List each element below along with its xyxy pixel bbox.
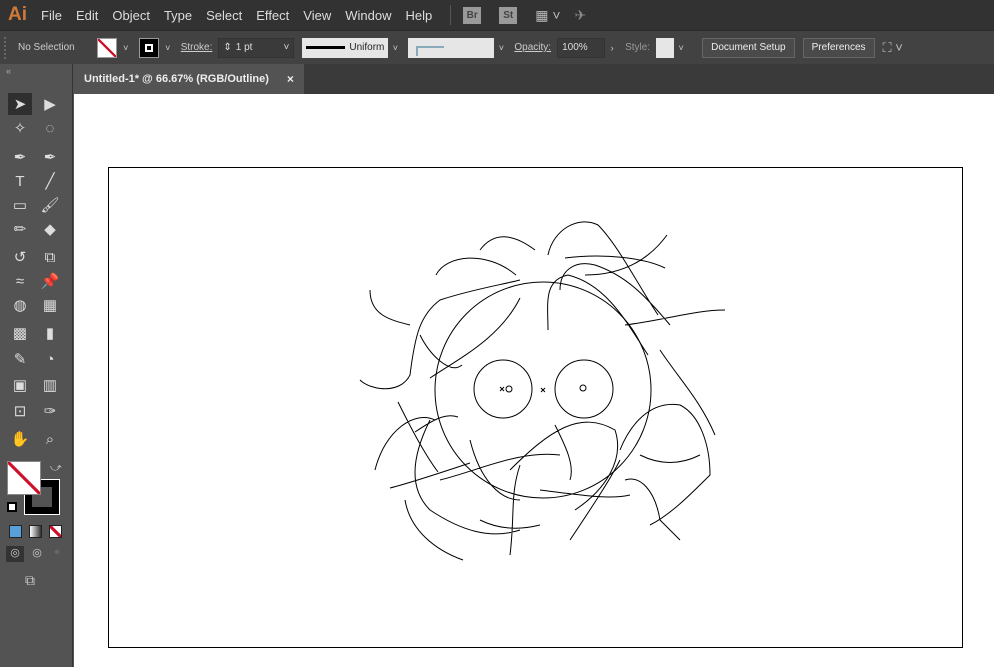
chevron-down-icon[interactable]: ˅ <box>674 39 688 57</box>
column-graph-tool-icon[interactable]: ▥ <box>38 374 62 396</box>
selection-status: No Selection <box>18 42 75 53</box>
document-tabs: Untitled-1* @ 66.67% (RGB/Outline) × <box>74 64 994 94</box>
mesh-tool-icon[interactable]: ▩ <box>8 322 32 344</box>
eraser-tool-icon[interactable]: ◆ <box>38 218 62 240</box>
blend-tool-icon[interactable]: ◔ <box>38 348 62 370</box>
collapse-icon[interactable]: « <box>6 66 11 76</box>
tools-panel: « ➤ ▶ ✧ ◌ ✒ ✒ T ╱ ▭ 🖌 ✏ ◆ ↺ ⧉ ≈ 📌 ◍ ▦ ▩ ▮ ✎ ◔ ▣ ▥ ⊡ ✑ ✋ ⌕ ⤻ ◎ ◎ ● ⧉ <box>0 64 73 667</box>
app-logo: Ai <box>8 4 27 25</box>
zoom-tool-icon[interactable]: ⌕ <box>38 428 62 450</box>
scale-tool-icon[interactable]: ⧉ <box>38 246 62 268</box>
gradient-tool-icon[interactable]: ▮ <box>38 322 62 344</box>
tab-untitled-1[interactable]: Untitled-1* @ 66.67% (RGB/Outline) × <box>74 64 304 94</box>
stroke-weight-value: 1 pt <box>235 42 253 53</box>
right-eye <box>554 359 614 419</box>
gradient-mode-button[interactable] <box>29 525 42 538</box>
grip <box>4 36 10 59</box>
magic-wand-tool-icon[interactable]: ✧ <box>8 117 32 139</box>
warp-tool-icon[interactable]: ≈ <box>8 270 32 292</box>
bridge-button[interactable]: Br <box>463 6 482 24</box>
menu-type[interactable]: Type <box>164 8 192 23</box>
opacity-input[interactable]: 100% <box>557 37 606 58</box>
stepper-icon[interactable]: ⇕ <box>223 42 231 53</box>
symbol-sprayer-tool-icon[interactable]: ▣ <box>8 374 32 396</box>
puppet-warp-tool-icon[interactable]: 📌 <box>38 270 62 292</box>
graphic-style-swatch[interactable] <box>656 37 675 58</box>
chevron-down-icon[interactable]: ˅ <box>119 39 133 57</box>
fill-color-box[interactable] <box>7 461 41 495</box>
arrange-documents-icon[interactable]: ⛶ ˅ <box>883 40 903 56</box>
shape-builder-tool-icon[interactable]: ◍ <box>8 294 32 316</box>
preferences-button[interactable]: Preferences <box>802 37 875 58</box>
fill-swatch[interactable] <box>96 37 117 58</box>
none-mode-button[interactable] <box>49 525 62 538</box>
menu-file[interactable]: File <box>41 8 62 23</box>
eyedropper-tool-icon[interactable]: ✎ <box>8 348 32 370</box>
close-icon[interactable]: × <box>287 72 294 86</box>
canvas[interactable] <box>74 94 994 667</box>
curvature-tool-icon[interactable]: ✒ <box>38 146 62 168</box>
left-pupil <box>505 385 513 393</box>
screen-mode-icon[interactable]: ⧉ <box>25 572 35 589</box>
tab-title: Untitled-1* @ 66.67% (RGB/Outline) <box>84 73 269 85</box>
menu-object[interactable]: Object <box>112 8 150 23</box>
stroke-label[interactable]: Stroke: <box>181 42 213 53</box>
selection-tool-icon[interactable]: ➤ <box>8 93 32 115</box>
menu-view[interactable]: View <box>303 8 331 23</box>
line-segment-tool-icon[interactable]: ╱ <box>38 170 62 192</box>
hand-tool-icon[interactable]: ✋ <box>8 428 32 450</box>
drawing <box>359 221 726 561</box>
lasso-tool-icon[interactable]: ◌ <box>38 117 62 139</box>
profile-value: Uniform <box>349 42 385 53</box>
style-label: Style: <box>625 42 651 53</box>
chevron-right-icon[interactable]: › <box>605 39 619 57</box>
swap-fill-stroke-icon[interactable]: ⤻ <box>50 462 62 475</box>
artboard-tool-icon[interactable]: ⊡ <box>8 400 32 422</box>
default-colors-icon[interactable] <box>7 502 17 512</box>
paintbrush-tool-icon[interactable]: 🖌 <box>38 194 62 216</box>
opacity-label[interactable]: Opacity: <box>514 42 551 53</box>
control-bar: No Selection ˅ ˅ Stroke: ⇕ 1 pt ˅ Uniform … <box>0 30 994 64</box>
right-pupil <box>579 384 587 392</box>
draw-inside-icon[interactable]: ● <box>48 546 66 562</box>
gpu-performance-icon[interactable]: ✈ <box>575 7 587 24</box>
pencil-tool-icon[interactable]: ✏ <box>8 218 32 240</box>
menu-effect[interactable]: Effect <box>256 8 289 23</box>
chevron-down-icon[interactable]: ˅ <box>494 39 508 57</box>
perspective-grid-tool-icon[interactable]: ▦ <box>38 294 62 316</box>
draw-normal-icon[interactable]: ◎ <box>6 546 24 562</box>
color-mode-button[interactable] <box>9 525 22 538</box>
brush-definition[interactable] <box>408 37 495 58</box>
rotate-tool-icon[interactable]: ↺ <box>8 246 32 268</box>
document-setup-button[interactable]: Document Setup <box>702 37 795 58</box>
slice-tool-icon[interactable]: ✑ <box>38 400 62 422</box>
menu-help[interactable]: Help <box>405 8 432 23</box>
menu-select[interactable]: Select <box>206 8 242 23</box>
chevron-down-icon[interactable]: ˅ <box>388 39 402 57</box>
type-tool-icon[interactable]: T <box>8 170 32 192</box>
stroke-weight-input[interactable]: ⇕ 1 pt ˅ <box>218 37 295 58</box>
chevron-down-icon[interactable]: ˅ <box>284 42 290 53</box>
menu-edit[interactable]: Edit <box>76 8 98 23</box>
stroke-swatch[interactable] <box>138 37 159 58</box>
rectangle-tool-icon[interactable]: ▭ <box>8 194 32 216</box>
left-eye <box>473 359 533 419</box>
chevron-down-icon[interactable]: ˅ <box>161 39 175 57</box>
draw-behind-icon[interactable]: ◎ <box>28 546 46 562</box>
menu-window[interactable]: Window <box>345 8 391 23</box>
menu-bar: Ai File Edit Object Type Select Effect V… <box>0 0 994 30</box>
divider <box>450 5 452 25</box>
variable-width-profile[interactable]: Uniform <box>302 37 389 58</box>
direct-selection-tool-icon[interactable]: ▶ <box>38 93 62 115</box>
pen-tool-icon[interactable]: ✒ <box>8 146 32 168</box>
workspace-layout-icon[interactable]: ▦ ˅ <box>535 7 560 24</box>
stock-button[interactable]: St <box>499 6 518 24</box>
